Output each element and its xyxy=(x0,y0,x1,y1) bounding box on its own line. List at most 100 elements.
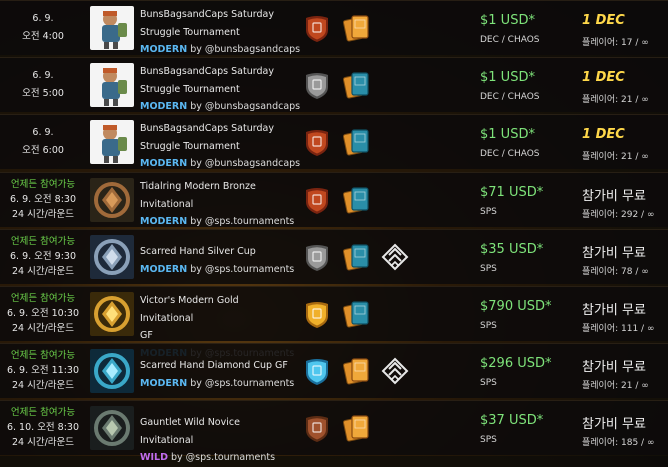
start-time: 오전 5:00 xyxy=(22,88,64,99)
prize-currency: SPS xyxy=(480,264,497,274)
bronze-shield-icon xyxy=(302,185,332,215)
format-badge: MODERN xyxy=(140,263,188,275)
player-count: 플레이어: 185 / ∞ xyxy=(582,438,655,448)
orange-cards-icon xyxy=(342,13,372,43)
teal-cards-icon xyxy=(342,242,372,272)
date-column: 언제든 참여가능 6. 9. 오전 10:30 24 시간/라운드 xyxy=(0,287,86,342)
diamond-chevron-icon xyxy=(380,242,410,272)
host-name: by @bunsbagsandcaps xyxy=(190,101,301,112)
tournament-row[interactable]: 언제든 참여가능 6. 9. 오전 8:30 24 시간/라운드 Tidalring … xyxy=(0,172,668,227)
tournament-row[interactable]: 언제든 참여가능 6. 9. 오전 9:30 24 시간/라운드 Scarred Ha… xyxy=(0,229,668,284)
bronze-shield-icon xyxy=(302,13,332,43)
host-name: by @sps.tournaments xyxy=(170,452,276,463)
format-badge: MODERN xyxy=(140,216,188,227)
date-column: 6. 9. 오전 4:00 xyxy=(0,1,86,56)
round-duration: 24 시간/라운드 xyxy=(11,380,74,391)
tournament-info[interactable]: Gauntlet Wild Novice Invitational WILD by… xyxy=(140,406,290,467)
entry-fee: 참가비 무료 xyxy=(582,303,646,318)
silver-shield-icon xyxy=(302,70,332,100)
tournament-thumbnail[interactable] xyxy=(90,349,134,393)
date-column: 언제든 참여가능 6. 10. 오전 8:30 24 시간/라운드 xyxy=(0,401,86,456)
gold-shield-icon xyxy=(302,299,332,329)
tournament-name-line1: BunsBagsandCaps Saturday xyxy=(140,9,274,20)
join-anytime-label: 언제든 참여가능 xyxy=(10,293,76,304)
join-anytime-label: 언제든 참여가능 xyxy=(10,407,76,418)
tournament-thumbnail[interactable] xyxy=(90,292,134,336)
tournament-name: Scarred Hand Diamond Cup GF xyxy=(140,360,288,371)
format-and-host: MODERN by @bunsbagsandcaps xyxy=(140,155,300,173)
tournament-thumbnail[interactable] xyxy=(90,235,134,279)
tournament-info[interactable]: Tidalring Modern Bronze Invitational MODER… xyxy=(140,178,294,231)
format-and-host: MODERN by @bunsbagsandcaps xyxy=(140,98,300,116)
tournament-row[interactable]: 6. 9. 오전 5:00 BunsBagsandCaps Saturday Stru… xyxy=(0,57,668,112)
tournament-thumbnail[interactable] xyxy=(90,178,134,222)
format-and-host: MODERN by @sps.tournaments xyxy=(140,375,294,393)
tournament-name-line2: Struggle Tournament xyxy=(140,83,240,95)
prize-amount: $790 USD* xyxy=(480,299,552,314)
tournament-row[interactable]: 6. 9. 오전 6:00 BunsBagsandCaps Saturday Stru… xyxy=(0,114,668,169)
bronze-shield-icon xyxy=(302,127,332,157)
tournament-thumbnail[interactable] xyxy=(90,406,134,450)
player-count: 플레이어: 21 / ∞ xyxy=(582,381,649,391)
tournament-info[interactable]: BunsBagsandCaps Saturday Struggle Tournam… xyxy=(140,120,300,173)
tournament-thumbnail[interactable] xyxy=(90,63,134,107)
start-date: 6. 9. xyxy=(32,127,54,138)
tournament-row[interactable]: 언제든 참여가능 6. 9. 오전 11:30 24 시간/라운드 Scarred H… xyxy=(0,343,668,398)
diamond-chevron-icon xyxy=(380,356,410,386)
tournament-name-line2: Struggle Tournament xyxy=(140,140,240,152)
teal-cards-icon xyxy=(342,299,372,329)
prize-currency: DEC / CHAOS xyxy=(480,149,540,159)
prize-amount: $71 USD* xyxy=(480,185,544,200)
prize-amount: $1 USD* xyxy=(480,13,535,28)
entry-fee: 1 DEC xyxy=(582,70,625,85)
start-date: 6. 9. 오전 8:30 xyxy=(9,194,77,205)
diamond-shield-icon xyxy=(302,356,332,386)
tournament-name-line1: BunsBagsandCaps Saturday xyxy=(140,123,274,134)
orange-cards-icon xyxy=(342,356,372,386)
tournament-name-line1: Victor's Modern Gold Invitational xyxy=(140,295,239,324)
player-count: 플레이어: 78 / ∞ xyxy=(582,267,649,277)
teal-cards-icon xyxy=(342,70,372,100)
tournament-thumbnail[interactable] xyxy=(90,120,134,164)
player-count: 플레이어: 17 / ∞ xyxy=(582,38,649,48)
player-count: 플레이어: 21 / ∞ xyxy=(582,95,649,105)
tournament-info[interactable]: Scarred Hand Diamond Cup GF MODERN by @sp… xyxy=(140,349,294,393)
round-duration: 24 시간/라운드 xyxy=(11,323,74,334)
format-badge: MODERN xyxy=(140,44,188,55)
player-count: 플레이어: 111 / ∞ xyxy=(582,324,655,334)
prize-currency: SPS xyxy=(480,207,497,217)
join-anytime-label: 언제든 참여가능 xyxy=(10,236,76,247)
format-badge: WILD xyxy=(140,452,168,463)
start-date: 6. 9. 오전 9:30 xyxy=(9,251,77,262)
player-count: 플레이어: 292 / ∞ xyxy=(582,210,655,220)
prize-amount: $37 USD* xyxy=(480,413,544,428)
tournament-row[interactable]: 언제든 참여가능 6. 10. 오전 8:30 24 시간/라운드 Gauntlet … xyxy=(0,400,668,463)
round-duration: 24 시간/라운드 xyxy=(11,209,74,220)
tournament-name: Gauntlet Wild Novice Invitational xyxy=(140,417,240,446)
entry-fee: 1 DEC xyxy=(582,127,625,142)
tournament-name-line2: GF xyxy=(140,330,153,341)
prize-amount: $1 USD* xyxy=(480,70,535,85)
teal-cards-icon xyxy=(342,185,372,215)
tournament-info[interactable]: BunsBagsandCaps Saturday Struggle Tournam… xyxy=(140,63,300,116)
join-anytime-label: 언제든 참여가능 xyxy=(10,179,76,190)
tournament-name-line1: BunsBagsandCaps Saturday xyxy=(140,66,274,77)
host-name: by @sps.tournaments xyxy=(190,216,295,227)
date-column: 언제든 참여가능 6. 9. 오전 9:30 24 시간/라운드 xyxy=(0,230,86,285)
tournament-row[interactable]: 언제든 참여가능 6. 9. 오전 10:30 24 시간/라운드 Victor's … xyxy=(0,286,668,359)
tournament-row[interactable]: 6. 9. 오전 4:00 BunsBagsandCaps Saturday Stru… xyxy=(0,0,668,55)
prize-currency: DEC / CHAOS xyxy=(480,35,540,45)
prize-amount: $1 USD* xyxy=(480,127,535,142)
start-date: 6. 9. 오전 11:30 xyxy=(6,365,80,376)
format-badge: MODERN xyxy=(140,158,188,169)
join-anytime-label: 언제든 참여가능 xyxy=(10,350,76,361)
entry-fee: 참가비 무료 xyxy=(582,246,646,261)
tournament-info[interactable]: Scarred Hand Silver Cup MODERN by @sps.to… xyxy=(140,235,294,278)
tournament-info[interactable]: BunsBagsandCaps Saturday Struggle Tournam… xyxy=(140,6,300,59)
tournament-thumbnail[interactable] xyxy=(90,6,134,50)
date-column: 6. 9. 오전 5:00 xyxy=(0,58,86,113)
start-date: 6. 9. xyxy=(32,13,54,24)
host-name: by @bunsbagsandcaps xyxy=(190,158,301,169)
prize-amount: $296 USD* xyxy=(480,356,552,371)
orange-cards-icon xyxy=(342,413,372,443)
